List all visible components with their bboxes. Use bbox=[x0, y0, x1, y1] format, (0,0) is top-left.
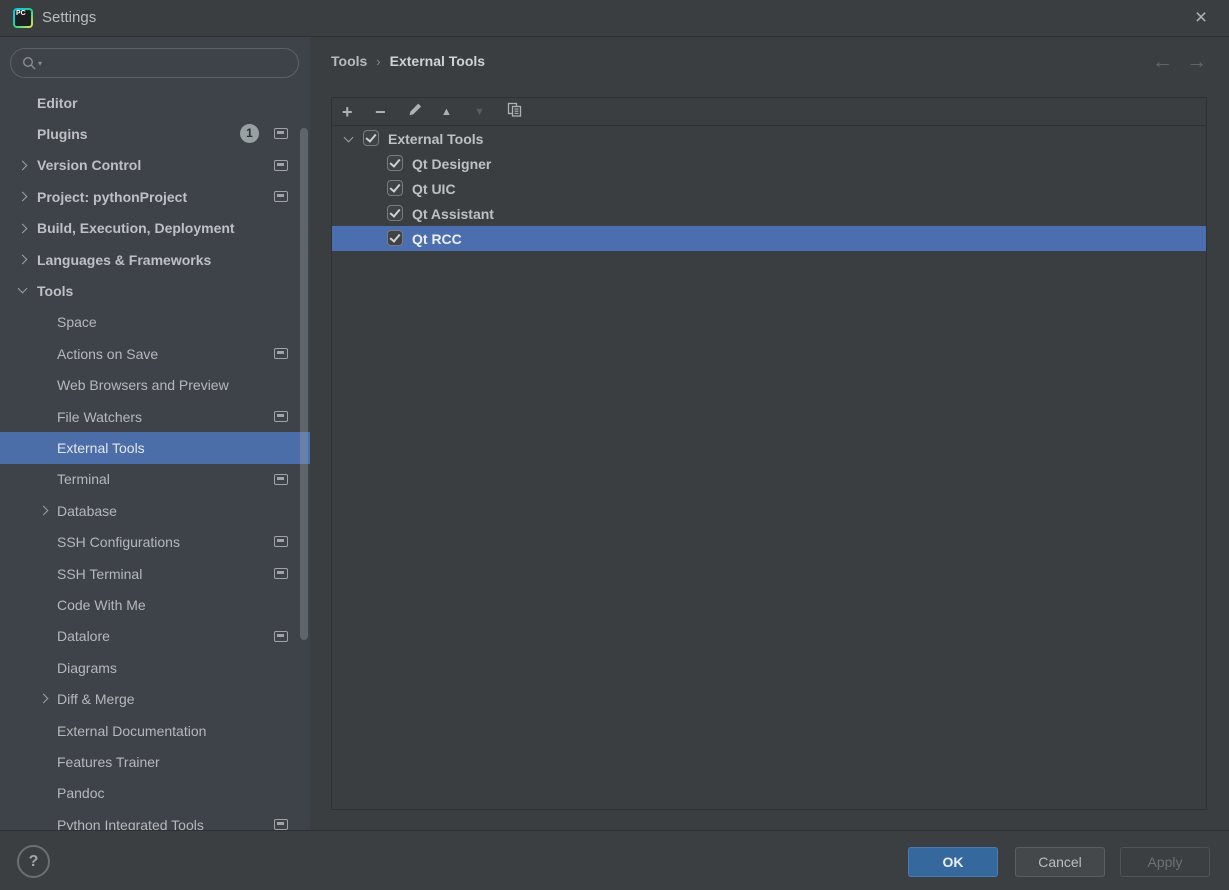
sidebar-item-ssh-configurations[interactable]: SSH Configurations bbox=[0, 526, 310, 557]
cancel-button[interactable]: Cancel bbox=[1015, 847, 1105, 877]
chevron-right-icon bbox=[17, 160, 28, 171]
pycharm-logo-icon: PC bbox=[13, 8, 33, 28]
sidebar-item-external-tools[interactable]: External Tools bbox=[0, 432, 310, 464]
sidebar-item-database[interactable]: Database bbox=[0, 495, 310, 526]
sidebar-item-terminal[interactable]: Terminal bbox=[0, 464, 310, 495]
search-box[interactable]: ▾ bbox=[10, 48, 299, 78]
edit-tool-button[interactable] bbox=[408, 102, 441, 122]
modified-settings-icon bbox=[274, 348, 288, 360]
sidebar-item-build-execution-deployment[interactable]: Build, Execution, Deployment bbox=[0, 213, 310, 244]
dialog-footer: ? OK Cancel Apply bbox=[0, 830, 1229, 890]
sidebar-item-pandoc[interactable]: Pandoc bbox=[0, 778, 310, 809]
tree-row-qt-rcc[interactable]: Qt RCC bbox=[332, 226, 1206, 251]
forward-arrow-icon[interactable]: → bbox=[1186, 51, 1207, 73]
history-navigation: ← → bbox=[1152, 51, 1207, 73]
window-title: Settings bbox=[42, 9, 97, 26]
remove-tool-button[interactable]: − bbox=[375, 102, 408, 122]
modified-settings-icon bbox=[274, 536, 288, 548]
move-down-button[interactable]: ▼ bbox=[474, 106, 507, 118]
modified-settings-icon bbox=[274, 159, 288, 171]
chevron-down-icon[interactable] bbox=[343, 132, 354, 143]
question-mark-icon: ? bbox=[28, 853, 39, 870]
sidebar-item-datalore[interactable]: Datalore bbox=[0, 621, 310, 652]
back-arrow-icon[interactable]: ← bbox=[1152, 51, 1173, 73]
settings-content: Tools › External Tools ← → + − ▲ ▼ Exter… bbox=[310, 37, 1229, 830]
breadcrumb-tools[interactable]: Tools bbox=[331, 53, 367, 69]
title-bar: PC Settings × bbox=[0, 0, 1229, 37]
checkbox-qt-uic[interactable] bbox=[387, 180, 403, 196]
checkbox-qt-rcc[interactable] bbox=[387, 230, 403, 246]
sidebar-scrollbar[interactable] bbox=[300, 128, 308, 640]
chevron-down-icon bbox=[17, 283, 28, 294]
sidebar-item-editor[interactable]: Editor bbox=[0, 87, 310, 118]
tree-row-qt-designer[interactable]: Qt Designer bbox=[332, 151, 1206, 176]
external-tools-panel: + − ▲ ▼ External Tools Qt Designer Qt UI… bbox=[331, 97, 1207, 810]
tree-row-qt-assistant[interactable]: Qt Assistant bbox=[332, 201, 1206, 226]
sidebar-item-python-integrated-tools[interactable]: Python Integrated Tools bbox=[0, 809, 310, 830]
modified-settings-icon bbox=[274, 410, 288, 422]
breadcrumb-external-tools: External Tools bbox=[389, 53, 486, 69]
settings-dialog: PC Settings × ▾ Editor Plugins 1 Version … bbox=[0, 0, 1229, 890]
pycharm-logo-text: PC bbox=[16, 10, 26, 17]
sidebar-item-actions-on-save[interactable]: Actions on Save bbox=[0, 338, 310, 369]
chevron-right-icon bbox=[38, 693, 49, 704]
close-icon[interactable]: × bbox=[1187, 4, 1215, 32]
sidebar-item-languages-frameworks[interactable]: Languages & Frameworks bbox=[0, 244, 310, 275]
pencil-icon bbox=[409, 103, 422, 115]
ok-button[interactable]: OK bbox=[908, 847, 998, 877]
sidebar-item-diff-merge[interactable]: Diff & Merge bbox=[0, 683, 310, 714]
tools-toolbar: + − ▲ ▼ bbox=[332, 98, 1206, 126]
modified-settings-icon bbox=[274, 128, 288, 140]
breadcrumb: Tools › External Tools bbox=[331, 53, 485, 69]
chevron-right-icon bbox=[17, 254, 28, 265]
settings-search-input[interactable] bbox=[42, 55, 298, 71]
sidebar-item-plugins[interactable]: Plugins 1 bbox=[0, 118, 310, 149]
checkbox-qt-designer[interactable] bbox=[387, 155, 403, 171]
checkbox-qt-assistant[interactable] bbox=[387, 205, 403, 221]
sidebar-item-project-pythonproject[interactable]: Project: pythonProject bbox=[0, 181, 310, 212]
sidebar-item-web-browsers-and-preview[interactable]: Web Browsers and Preview bbox=[0, 370, 310, 401]
modified-settings-icon bbox=[274, 630, 288, 642]
duplicate-icon bbox=[507, 102, 522, 117]
search-icon bbox=[22, 56, 36, 69]
sidebar-item-file-watchers[interactable]: File Watchers bbox=[0, 401, 310, 432]
modified-settings-icon bbox=[274, 567, 288, 579]
sidebar-item-space[interactable]: Space bbox=[0, 307, 310, 338]
sidebar-item-external-documentation[interactable]: External Documentation bbox=[0, 715, 310, 746]
settings-nav-list: Editor Plugins 1 Version Control Project:… bbox=[0, 87, 310, 830]
sidebar-item-code-with-me[interactable]: Code With Me bbox=[0, 589, 310, 620]
modified-settings-icon bbox=[274, 191, 288, 203]
external-tools-tree: External Tools Qt Designer Qt UIC Qt Ass… bbox=[332, 126, 1206, 251]
sidebar-item-tools[interactable]: Tools bbox=[0, 275, 310, 306]
sidebar-item-diagrams[interactable]: Diagrams bbox=[0, 652, 310, 683]
breadcrumb-separator: › bbox=[376, 53, 381, 69]
apply-button[interactable]: Apply bbox=[1120, 847, 1210, 877]
modified-settings-icon bbox=[274, 818, 288, 830]
move-up-button[interactable]: ▲ bbox=[441, 106, 474, 118]
tree-row-external-tools[interactable]: External Tools bbox=[332, 126, 1206, 151]
tree-row-qt-uic[interactable]: Qt UIC bbox=[332, 176, 1206, 201]
settings-sidebar: ▾ Editor Plugins 1 Version Control Projec… bbox=[0, 37, 310, 830]
checkbox-external-tools[interactable] bbox=[363, 130, 379, 146]
chevron-right-icon bbox=[17, 191, 28, 202]
modified-settings-icon bbox=[274, 473, 288, 485]
plugins-count-badge: 1 bbox=[240, 124, 259, 144]
copy-tool-button[interactable] bbox=[507, 102, 540, 122]
sidebar-item-ssh-terminal[interactable]: SSH Terminal bbox=[0, 558, 310, 589]
sidebar-item-version-control[interactable]: Version Control bbox=[0, 150, 310, 181]
sidebar-item-features-trainer[interactable]: Features Trainer bbox=[0, 746, 310, 777]
chevron-right-icon bbox=[38, 505, 49, 516]
help-button[interactable]: ? bbox=[17, 845, 50, 878]
add-tool-button[interactable]: + bbox=[342, 102, 375, 122]
chevron-right-icon bbox=[17, 223, 28, 234]
